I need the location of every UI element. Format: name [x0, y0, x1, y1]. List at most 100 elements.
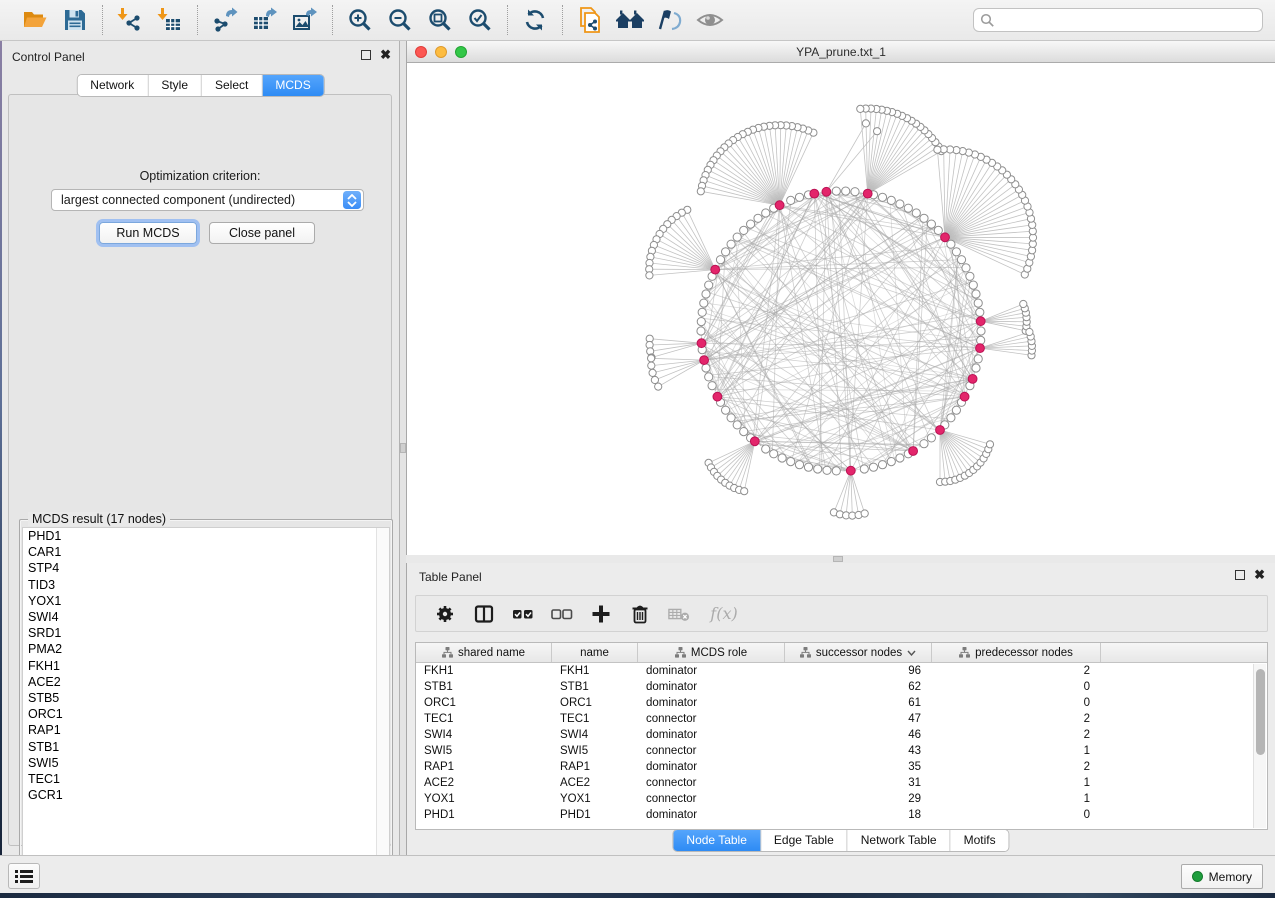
network-node[interactable]	[727, 240, 735, 248]
dominator-node[interactable]	[941, 233, 950, 242]
mcds-result-item[interactable]: SWI5	[23, 755, 389, 771]
network-node[interactable]	[966, 272, 974, 280]
network-canvas[interactable]	[407, 63, 1275, 555]
tab-network-table[interactable]: Network Table	[848, 830, 951, 851]
import-network-icon[interactable]	[115, 5, 145, 35]
column-header-shared-name[interactable]: shared name	[416, 643, 552, 662]
deselect-all-icon[interactable]	[551, 603, 573, 625]
dominator-node[interactable]	[697, 339, 706, 348]
tab-node-table[interactable]: Node Table	[673, 830, 761, 851]
network-node[interactable]	[754, 214, 762, 222]
table-row[interactable]: ORC1ORC1dominator610	[416, 695, 1267, 711]
network-node[interactable]	[969, 281, 977, 289]
network-node[interactable]	[874, 128, 881, 135]
dominator-node[interactable]	[960, 392, 969, 401]
network-node[interactable]	[740, 428, 748, 436]
memory-button[interactable]: Memory	[1181, 864, 1263, 889]
network-node[interactable]	[857, 105, 864, 112]
mcds-result-item[interactable]: STB1	[23, 739, 389, 755]
close-panel-icon[interactable]: ✖	[380, 50, 391, 60]
zoom-fit-icon[interactable]	[425, 5, 455, 35]
network-node[interactable]	[740, 226, 748, 234]
add-column-icon[interactable]	[590, 603, 612, 625]
dominator-node[interactable]	[909, 447, 918, 456]
network-node[interactable]	[920, 214, 928, 222]
network-node[interactable]	[862, 120, 869, 127]
export-network-icon[interactable]	[210, 5, 240, 35]
delete-column-trash-icon[interactable]	[629, 603, 651, 625]
mcds-result-item[interactable]: STB5	[23, 690, 389, 706]
tab-select[interactable]: Select	[202, 75, 262, 96]
dominator-node[interactable]	[822, 187, 831, 196]
network-node[interactable]	[787, 458, 795, 466]
network-node[interactable]	[804, 463, 812, 471]
network-node[interactable]	[747, 220, 755, 228]
table-row[interactable]: RAP1RAP1dominator352	[416, 759, 1267, 775]
table-row[interactable]: YOX1YOX1connector291	[416, 791, 1267, 807]
network-node[interactable]	[896, 200, 904, 208]
network-node[interactable]	[655, 383, 662, 390]
network-node[interactable]	[920, 440, 928, 448]
node-table[interactable]: shared namenameMCDS rolesuccessor nodesp…	[415, 642, 1268, 830]
clone-network-icon[interactable]	[575, 5, 605, 35]
network-node[interactable]	[934, 226, 942, 234]
network-node[interactable]	[795, 461, 803, 469]
mcds-result-list[interactable]: PHD1CAR1STP4TID3YOX1SWI4SRD1PMA2FKH1ACE2…	[22, 527, 390, 889]
dominator-node[interactable]	[711, 265, 720, 274]
dominator-node[interactable]	[713, 392, 722, 401]
export-image-icon[interactable]	[290, 5, 320, 35]
network-node[interactable]	[986, 441, 993, 448]
network-node[interactable]	[702, 290, 710, 298]
network-node[interactable]	[648, 355, 655, 362]
network-node[interactable]	[646, 272, 653, 279]
splitter-grip[interactable]	[833, 556, 843, 562]
dominator-node[interactable]	[700, 356, 709, 365]
optimization-criterion-select[interactable]: largest connected component (undirected)	[51, 189, 364, 211]
network-node[interactable]	[716, 256, 724, 264]
network-node[interactable]	[972, 290, 980, 298]
network-node[interactable]	[927, 220, 935, 228]
network-node[interactable]	[1026, 328, 1033, 335]
network-node[interactable]	[904, 204, 912, 212]
network-node[interactable]	[887, 196, 895, 204]
network-node[interactable]	[851, 188, 859, 196]
refresh-icon[interactable]	[520, 5, 550, 35]
import-table-icon[interactable]	[155, 5, 185, 35]
float-panel-icon[interactable]	[361, 50, 371, 60]
network-node[interactable]	[741, 488, 748, 495]
network-node[interactable]	[697, 318, 705, 326]
network-node[interactable]	[648, 362, 655, 369]
dominator-node[interactable]	[810, 189, 819, 198]
column-header-MCDS-role[interactable]: MCDS role	[638, 643, 785, 662]
mcds-result-item[interactable]: STP4	[23, 560, 389, 576]
network-node[interactable]	[697, 327, 705, 335]
tab-motifs[interactable]: Motifs	[951, 830, 1009, 851]
mcds-result-item[interactable]: YOX1	[23, 593, 389, 609]
dominator-node[interactable]	[976, 317, 985, 326]
network-node[interactable]	[697, 188, 704, 195]
network-node[interactable]	[869, 463, 877, 471]
mcds-result-item[interactable]: SWI4	[23, 609, 389, 625]
table-row[interactable]: PHD1PHD1dominator180	[416, 807, 1267, 823]
network-node[interactable]	[705, 373, 713, 381]
network-node[interactable]	[860, 465, 868, 473]
network-node[interactable]	[878, 193, 886, 201]
network-node[interactable]	[698, 308, 706, 316]
network-node[interactable]	[974, 299, 982, 307]
network-node[interactable]	[832, 187, 840, 195]
network-node[interactable]	[974, 355, 982, 363]
network-node[interactable]	[878, 461, 886, 469]
close-panel-button[interactable]: Close panel	[209, 222, 315, 244]
mcds-result-item[interactable]: ORC1	[23, 706, 389, 722]
network-node[interactable]	[947, 240, 955, 248]
network-window-titlebar[interactable]: YPA_prune.txt_1	[407, 41, 1275, 63]
dominator-node[interactable]	[846, 466, 855, 475]
run-mcds-button[interactable]: Run MCDS	[99, 222, 197, 244]
dominator-node[interactable]	[976, 344, 985, 353]
network-node[interactable]	[977, 327, 985, 335]
column-header-successor-nodes[interactable]: successor nodes	[785, 643, 932, 662]
network-node[interactable]	[934, 146, 941, 153]
network-node[interactable]	[700, 299, 708, 307]
network-node[interactable]	[762, 209, 770, 217]
open-file-icon[interactable]	[20, 5, 50, 35]
